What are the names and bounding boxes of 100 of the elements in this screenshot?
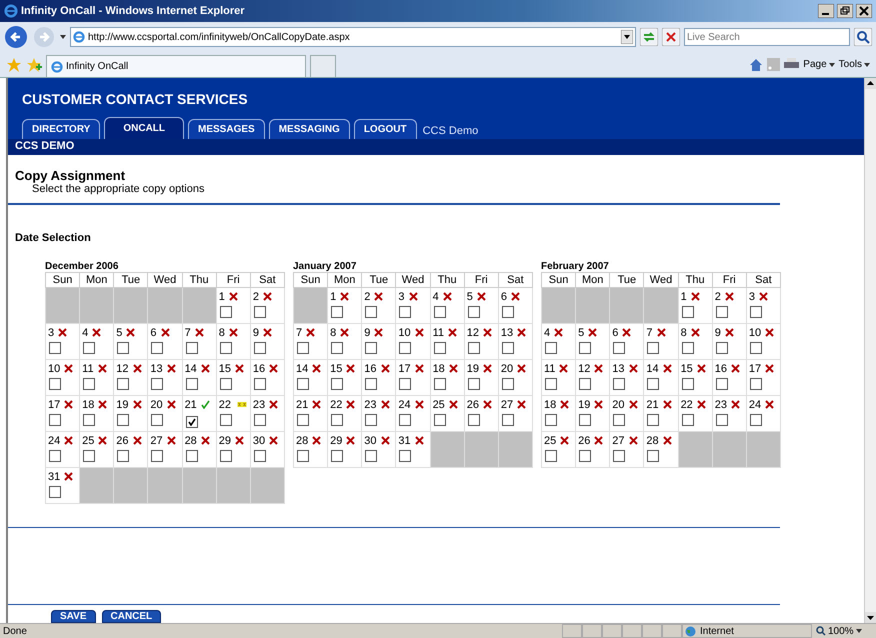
day-checkbox[interactable]	[186, 342, 198, 354]
home-icon[interactable]	[749, 58, 764, 72]
day-checkbox[interactable]	[297, 414, 309, 426]
day-checkbox[interactable]	[468, 342, 480, 354]
day-checkbox[interactable]	[399, 342, 412, 354]
day-checkbox[interactable]	[502, 414, 514, 426]
day-checkbox[interactable]	[220, 306, 232, 318]
day-checkbox[interactable]	[151, 378, 164, 390]
day-checkbox[interactable]	[613, 450, 626, 462]
nav-tab[interactable]: ONCALL	[104, 117, 184, 139]
day-checkbox[interactable]	[220, 378, 232, 390]
day-checkbox[interactable]	[716, 378, 728, 390]
day-checkbox[interactable]	[579, 450, 592, 462]
day-checkbox[interactable]	[83, 414, 96, 426]
day-checkbox[interactable]	[49, 342, 61, 354]
day-checkbox[interactable]	[297, 450, 309, 462]
day-checkbox[interactable]	[399, 306, 412, 318]
day-checkbox[interactable]	[220, 414, 232, 426]
search-field[interactable]: Live Search	[684, 28, 850, 46]
day-checkbox[interactable]	[682, 306, 694, 318]
caret-icon[interactable]	[60, 35, 66, 39]
toolbar-menu[interactable]: Page	[803, 59, 835, 70]
caret-icon[interactable]	[828, 62, 835, 66]
day-checkbox[interactable]	[434, 414, 446, 426]
form-button[interactable]: CANCEL	[102, 610, 162, 623]
day-checkbox[interactable]	[151, 414, 164, 426]
day-checkbox[interactable]	[750, 414, 762, 426]
day-checkbox[interactable]	[468, 414, 480, 426]
nav-tab[interactable]: LOGOUT	[354, 119, 417, 139]
form-button[interactable]: SAVE	[51, 610, 96, 623]
minimize-icon[interactable]	[818, 4, 834, 18]
zoom-control[interactable]: 100%	[812, 625, 876, 637]
scroll-up-icon[interactable]	[865, 78, 876, 89]
day-checkbox[interactable]	[331, 342, 344, 354]
print-icon[interactable]	[784, 58, 800, 71]
dropdown-icon[interactable]	[621, 30, 633, 44]
day-checkbox[interactable]	[365, 414, 378, 426]
day-checkbox[interactable]	[186, 378, 198, 390]
refresh-icon[interactable]	[640, 28, 658, 46]
day-checkbox[interactable]	[502, 306, 514, 318]
day-checkbox[interactable]	[647, 378, 660, 390]
nav-tab[interactable]: MESSAGES	[188, 119, 265, 139]
search-icon[interactable]	[854, 28, 872, 46]
day-checkbox[interactable]	[331, 306, 344, 318]
stop-icon[interactable]	[662, 28, 680, 46]
day-checkbox[interactable]	[117, 342, 130, 354]
day-checkbox[interactable]	[468, 306, 480, 318]
day-checkbox[interactable]	[331, 450, 344, 462]
caret-icon[interactable]	[864, 62, 870, 66]
day-checkbox[interactable]	[468, 378, 480, 390]
day-checkbox[interactable]	[613, 342, 626, 354]
day-checkbox[interactable]	[545, 450, 557, 462]
day-checkbox[interactable]	[399, 378, 412, 390]
scrollbar[interactable]	[864, 78, 876, 623]
day-checkbox[interactable]	[83, 450, 96, 462]
day-checkbox[interactable]	[220, 450, 232, 462]
day-checkbox[interactable]	[613, 378, 626, 390]
scroll-down-icon[interactable]	[865, 612, 876, 623]
address-field[interactable]: http://www.ccsportal.com/infinityweb/OnCallCopyDate.aspx	[70, 27, 636, 47]
day-checkbox[interactable]	[434, 378, 446, 390]
restore-icon[interactable]	[837, 4, 853, 18]
browser-tab[interactable]: Infinity OnCall	[46, 55, 306, 77]
day-checkbox[interactable]	[579, 342, 592, 354]
day-checkbox[interactable]	[613, 414, 626, 426]
day-checkbox[interactable]	[545, 342, 557, 354]
day-checkbox[interactable]	[750, 378, 762, 390]
day-checkbox[interactable]	[117, 378, 130, 390]
day-checkbox[interactable]	[254, 306, 266, 318]
day-checkbox[interactable]	[750, 342, 762, 354]
toolbar-menu[interactable]: Tools	[838, 59, 870, 70]
back-icon[interactable]	[4, 25, 28, 49]
add-favorite-icon[interactable]	[26, 56, 42, 72]
day-checkbox[interactable]	[186, 416, 198, 428]
day-checkbox[interactable]	[682, 342, 694, 354]
day-checkbox[interactable]	[365, 306, 378, 318]
close-icon[interactable]	[856, 4, 872, 18]
day-checkbox[interactable]	[49, 414, 61, 426]
day-checkbox[interactable]	[579, 414, 592, 426]
day-checkbox[interactable]	[365, 378, 378, 390]
day-checkbox[interactable]	[647, 414, 660, 426]
day-checkbox[interactable]	[750, 306, 762, 318]
nav-tab[interactable]: MESSAGING	[268, 119, 350, 139]
day-checkbox[interactable]	[647, 450, 660, 462]
day-checkbox[interactable]	[254, 342, 266, 354]
day-checkbox[interactable]	[254, 378, 266, 390]
day-checkbox[interactable]	[365, 450, 378, 462]
day-checkbox[interactable]	[49, 378, 61, 390]
day-checkbox[interactable]	[682, 414, 694, 426]
day-checkbox[interactable]	[117, 414, 130, 426]
nav-tab[interactable]: DIRECTORY	[22, 119, 100, 139]
day-checkbox[interactable]	[502, 378, 514, 390]
day-checkbox[interactable]	[331, 378, 344, 390]
day-checkbox[interactable]	[716, 306, 728, 318]
day-checkbox[interactable]	[434, 306, 446, 318]
day-checkbox[interactable]	[151, 450, 164, 462]
day-checkbox[interactable]	[365, 342, 378, 354]
day-checkbox[interactable]	[682, 378, 694, 390]
day-checkbox[interactable]	[117, 450, 130, 462]
day-checkbox[interactable]	[254, 450, 266, 462]
caret-icon[interactable]	[856, 629, 862, 633]
